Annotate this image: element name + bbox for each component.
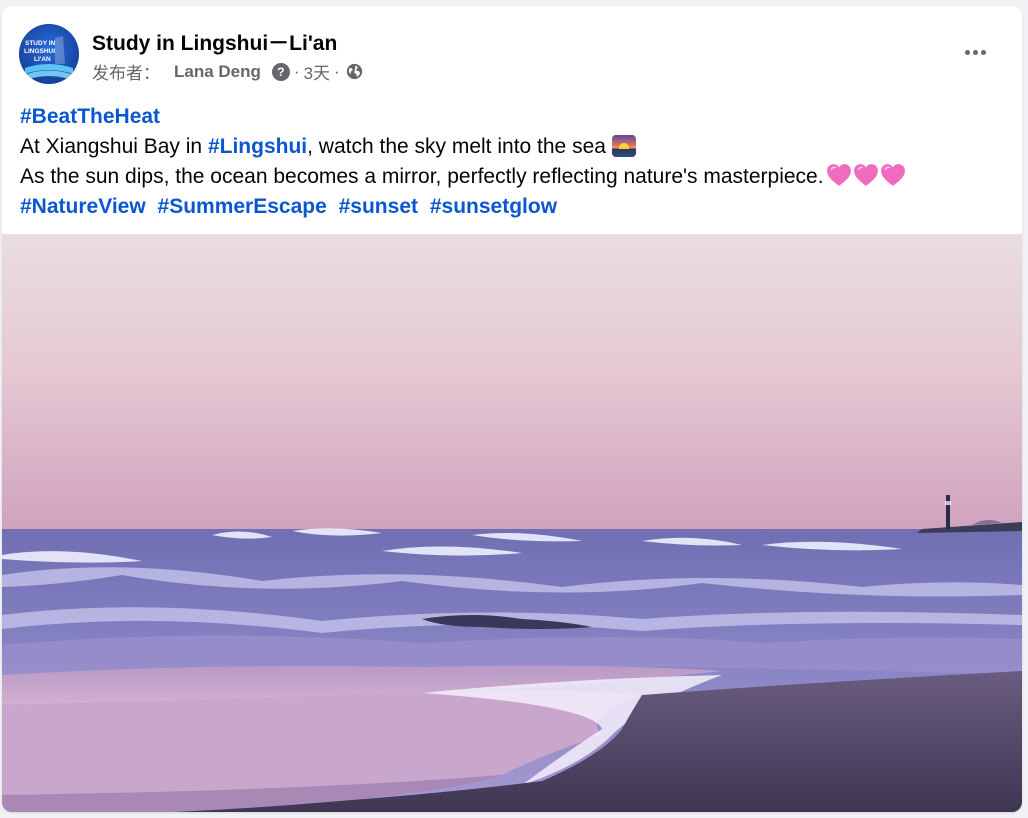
- post-meta: 发布者： Lana Deng ? · 3天 ·: [92, 59, 363, 84]
- post-line-2: At Xiangshui Bay in #Lingshui, watch the…: [20, 132, 1010, 162]
- post-text-segment: At Xiangshui Bay in: [20, 135, 208, 158]
- post-card: STUDY IN LINGSHUI LI'AN Study in Lingshu…: [2, 6, 1022, 812]
- pink-heart-icon: [880, 164, 905, 186]
- post-time-link[interactable]: 3天: [304, 59, 330, 84]
- avatar-text-2: LINGSHUI: [24, 48, 55, 55]
- more-options-icon: [980, 49, 986, 55]
- meta-separator: ·: [334, 61, 340, 81]
- hashtag-link[interactable]: #Lingshui: [208, 135, 307, 158]
- avatar-text-3: LI'AN: [34, 56, 51, 63]
- sunset-beach-photo: [2, 235, 1022, 812]
- post-photo[interactable]: [2, 234, 1022, 812]
- more-options-icon: [964, 49, 970, 55]
- published-by-label: 发布者：: [92, 64, 160, 83]
- post-text: #BeatTheHeat At Xiangshui Bay in #Lingsh…: [20, 102, 1010, 222]
- hashtag-link[interactable]: #NatureView: [20, 195, 146, 218]
- more-options-icon: [972, 49, 978, 55]
- hearts-emoji-group: [826, 163, 906, 187]
- more-options-button[interactable]: [955, 40, 995, 64]
- post-line-3: As the sun dips, the ocean becomes a mir…: [20, 162, 1010, 192]
- meta-separator: ·: [293, 61, 300, 81]
- page-logo: STUDY IN LINGSHUI LI'AN: [19, 24, 79, 84]
- sunset-emoji: [611, 135, 636, 157]
- post-line-4: #NatureView #SummerEscape #sunset #sunse…: [20, 192, 1010, 222]
- post-header: STUDY IN LINGSHUI LI'AN Study in Lingshu…: [2, 6, 1022, 96]
- post-text-segment: , watch the sky melt into the sea: [307, 135, 606, 158]
- hashtag-link[interactable]: #BeatTheHeat: [20, 105, 160, 128]
- page-avatar[interactable]: STUDY IN LINGSHUI LI'AN: [19, 24, 79, 84]
- pink-heart-icon: [826, 164, 851, 186]
- post-line-1: #BeatTheHeat: [20, 102, 1010, 132]
- post-text-segment: As the sun dips, the ocean becomes a mir…: [20, 165, 824, 188]
- help-icon[interactable]: ?: [271, 62, 290, 81]
- avatar-text-1: STUDY IN: [25, 40, 56, 47]
- author-link[interactable]: Lana Deng: [174, 62, 261, 82]
- hashtag-link[interactable]: #sunset: [339, 195, 418, 218]
- pink-heart-icon: [853, 164, 878, 186]
- hashtag-link[interactable]: #SummerEscape: [158, 195, 327, 218]
- globe-icon[interactable]: [346, 63, 363, 80]
- page-name-link[interactable]: Study in Lingshui－Li'an: [92, 27, 337, 57]
- hashtag-link[interactable]: #sunsetglow: [430, 195, 557, 218]
